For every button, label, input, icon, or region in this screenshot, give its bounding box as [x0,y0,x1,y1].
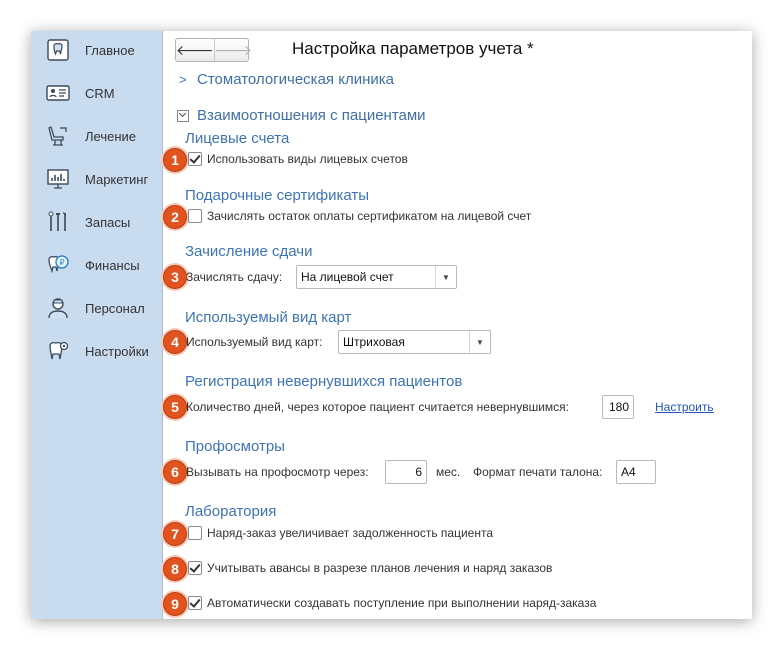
callout-badge: 1 [163,148,187,172]
sidebar-item-label: Главное [85,43,135,58]
callout-badge: 9 [163,592,187,616]
change-target-select[interactable]: На лицевой счет ▼ [296,265,457,289]
card-type-value: Штриховая [343,335,405,349]
nonreturning-days-input[interactable]: 180 [602,395,634,419]
nonreturning-days-label: Количество дней, через которое пациент с… [186,400,569,414]
settings-window: Главное CRM Лечение Маркетинг Запасы ₽ Ф… [31,31,752,619]
callout-badge: 5 [163,395,187,419]
dental-chair-icon [48,126,67,146]
dropdown-arrow-icon: ▼ [435,266,456,288]
sidebar-item-crm[interactable]: CRM [31,77,162,111]
sidebar-item-finance[interactable]: ₽ Финансы [31,249,162,283]
sidebar-item-main[interactable]: Главное [31,34,162,68]
section-title-cards: Используемый вид карт [185,309,352,326]
main-content: 🡐 🡒 Настройка параметров учета * > Стома… [163,31,752,619]
back-button[interactable]: 🡐 [176,39,215,61]
sidebar-item-label: Запасы [85,215,131,230]
use-account-types-label: Использовать виды лицевых счетов [207,152,408,166]
checkup-interval-input[interactable]: 6 [385,460,427,484]
sidebar-item-label: Персонал [85,301,145,316]
chart-board-icon [47,169,69,189]
auto-receipt-label: Автоматически создавать поступление при … [207,596,597,610]
checkup-unit-label: мес. [436,465,461,479]
home-tooth-icon [47,39,69,61]
sidebar-item-marketing[interactable]: Маркетинг [31,163,162,197]
change-field-label: Зачислять сдачу: [186,270,283,284]
certificate-balance-label: Зачислять остаток оплаты сертификатом на… [207,209,532,223]
change-target-value: На лицевой счет [301,270,394,284]
chevron-down-icon[interactable] [177,110,189,122]
page-title: Настройка параметров учета * [292,39,534,58]
advances-by-plans-label: Учитывать авансы в разрезе планов лечени… [207,561,553,575]
sidebar-item-label: Лечение [85,129,137,144]
section-title-certificates: Подарочные сертификаты [185,187,370,204]
advances-by-plans-checkbox[interactable] [188,561,202,575]
arrow-right-icon: 🡒 [214,41,253,58]
checkup-interval-value: 6 [415,465,422,479]
checkup-interval-label: Вызывать на профосмотр через: [186,465,369,479]
callout-badge: 8 [163,557,187,581]
section-title-lab: Лаборатория [185,503,277,520]
dental-tools-icon [48,211,67,231]
callout-badge: 4 [163,330,187,354]
sidebar-item-staff[interactable]: Персонал [31,292,162,326]
arrow-left-icon: 🡐 [176,41,214,58]
section-title-change: Зачисление сдачи [185,243,313,260]
section-title-nonreturning: Регистрация невернувшихся пациентов [185,373,463,390]
forward-button[interactable]: 🡒 [215,39,253,61]
card-type-select[interactable]: Штриховая ▼ [338,330,491,354]
svg-text:₽: ₽ [59,258,64,267]
sidebar-item-settings[interactable]: Настройки [31,335,162,369]
group-clinic[interactable]: Стоматологическая клиника [197,71,394,88]
sidebar-item-treatment[interactable]: Лечение [31,120,162,154]
ticket-format-label: Формат печати талона: [473,465,603,479]
sidebar-item-label: Финансы [85,258,140,273]
nav-buttons: 🡐 🡒 [175,38,252,62]
sidebar: Главное CRM Лечение Маркетинг Запасы ₽ Ф… [31,31,163,619]
ticket-format-input[interactable]: A4 [616,460,656,484]
auto-receipt-checkbox[interactable] [188,596,202,610]
tooth-coin-icon: ₽ [48,255,69,274]
nonreturning-days-value: 180 [608,400,629,414]
dropdown-arrow-icon: ▼ [469,331,490,353]
section-title-accounts: Лицевые счета [185,130,290,147]
sidebar-item-label: Настройки [85,344,149,359]
cards-field-label: Используемый вид карт: [186,335,323,349]
callout-badge: 2 [163,205,187,229]
chevron-right-icon: > [179,72,187,87]
doctor-icon [48,298,68,319]
ticket-format-value: A4 [621,465,636,479]
callout-badge: 6 [163,460,187,484]
callout-badge: 7 [163,522,187,546]
tooth-gear-icon [49,341,69,360]
order-increases-debt-checkbox[interactable] [188,526,202,540]
certificate-balance-checkbox[interactable] [188,209,202,223]
callout-badge: 3 [163,265,187,289]
section-title-checkups: Профосмотры [185,438,285,455]
sidebar-item-stock[interactable]: Запасы [31,206,162,240]
crm-card-icon [46,85,70,101]
configure-link[interactable]: Настроить [655,400,714,414]
sidebar-item-label: CRM [85,86,115,101]
group-patients[interactable]: Взаимоотношения с пациентами [197,107,426,124]
use-account-types-checkbox[interactable] [188,152,202,166]
order-increases-debt-label: Наряд-заказ увеличивает задолженность па… [207,526,494,540]
sidebar-item-label: Маркетинг [85,172,149,187]
